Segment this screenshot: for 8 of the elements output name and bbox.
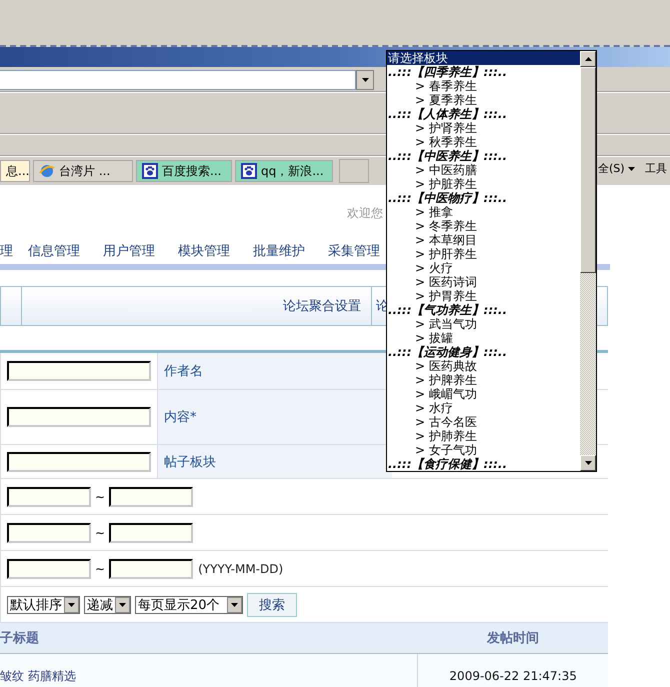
date-format-hint: (YYYY-MM-DD): [198, 562, 284, 576]
tilde-text: ~: [95, 562, 106, 576]
welcome-text: 欢迎您: [347, 205, 383, 222]
column-header: 发帖时间: [486, 630, 540, 647]
table-cell: 2009-06-22 21:47:35: [417, 654, 608, 687]
tilde-text: ~: [95, 490, 106, 504]
column-header: 子标题: [0, 630, 40, 647]
tilde-text: ~: [95, 526, 106, 540]
